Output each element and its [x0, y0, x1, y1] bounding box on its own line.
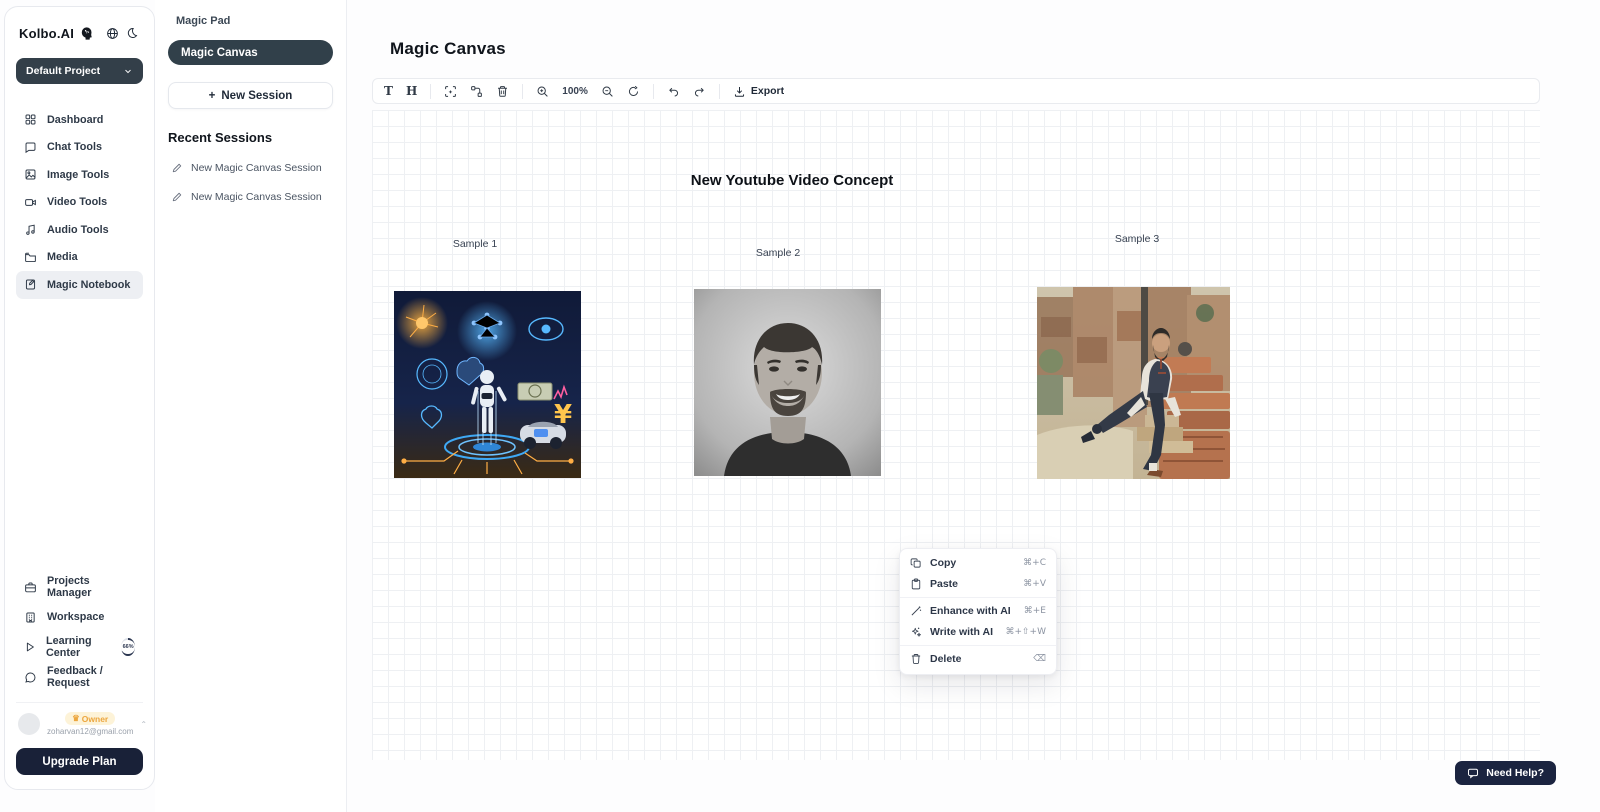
toolbar-divider [719, 84, 720, 99]
main-area: Magic Canvas T H 100% [348, 0, 1600, 812]
sidebar-item-audio-tools[interactable]: Audio Tools [16, 216, 143, 244]
chat-icon [24, 141, 37, 154]
smart-select-icon[interactable] [444, 85, 457, 98]
menu-divider [900, 645, 1056, 646]
zoom-in-icon[interactable] [536, 85, 549, 98]
app-root: Kolbo.AI Default Project Dashboard [0, 0, 1600, 812]
owner-role-badge: ♛Owner [65, 712, 115, 725]
toolbar-divider [430, 84, 431, 99]
sidebar-nav: Dashboard Chat Tools Image Tools Video T… [16, 106, 143, 299]
menu-item-enhance-with-ai[interactable]: Enhance with AI ⌘+E [900, 601, 1056, 622]
sample-image-1[interactable]: ¥ [394, 291, 581, 478]
chevron-down-icon [123, 66, 133, 76]
text-tool-button[interactable]: T [384, 84, 393, 98]
sidebar-item-media[interactable]: Media [16, 244, 143, 272]
menu-item-copy[interactable]: Copy ⌘+C [900, 553, 1056, 574]
pencil-icon [171, 191, 183, 203]
sample-2-label[interactable]: Sample 2 [756, 247, 800, 259]
sidebar-item-magic-notebook[interactable]: Magic Notebook [16, 271, 143, 299]
image-icon [24, 168, 37, 181]
notebook-icon [24, 278, 37, 291]
project-selector[interactable]: Default Project [16, 58, 143, 84]
canvas-heading-text[interactable]: New Youtube Video Concept [691, 172, 894, 189]
new-session-button[interactable]: + New Session [168, 82, 333, 109]
audio-icon [24, 223, 37, 236]
magic-wand-icon [910, 605, 922, 617]
user-account-row[interactable]: ♛Owner zoharvan12@gmail.com ⌃ [16, 702, 143, 736]
building-icon [24, 611, 37, 624]
language-globe-icon[interactable] [104, 25, 119, 41]
page-title: Magic Canvas [390, 39, 506, 59]
sidebar-bottom-nav: Projects Manager Workspace Learning Cent… [16, 572, 143, 692]
upgrade-plan-button[interactable]: Upgrade Plan [16, 748, 143, 775]
download-icon [733, 85, 746, 98]
need-help-button[interactable]: Need Help? [1455, 761, 1556, 785]
sample-1-label[interactable]: Sample 1 [453, 238, 497, 250]
dashboard-icon [24, 113, 37, 126]
video-icon [24, 196, 37, 209]
sparkles-icon [910, 626, 922, 638]
menu-item-delete[interactable]: Delete ⌫ [900, 649, 1056, 670]
context-menu: Copy ⌘+C Paste ⌘+V Enhance with AI ⌘+E W… [899, 548, 1057, 675]
chevron-up-icon: ⌃ [140, 720, 147, 729]
learning-progress-ring: 66% [121, 638, 135, 656]
sample-image-2[interactable] [694, 289, 881, 476]
help-chat-icon [1467, 767, 1479, 779]
canvas-toolbar: T H 100% [372, 78, 1540, 104]
menu-item-paste[interactable]: Paste ⌘+V [900, 574, 1056, 595]
toolbar-divider [522, 84, 523, 99]
sessions-panel: Magic Pad Magic Canvas + New Session Rec… [155, 0, 347, 812]
copy-icon [910, 557, 922, 569]
heading-tool-button[interactable]: H [406, 84, 417, 98]
sample-image-3[interactable] [1037, 287, 1230, 479]
sidebar-item-projects-manager[interactable]: Projects Manager [16, 572, 143, 602]
undo-icon[interactable] [667, 85, 680, 98]
reset-view-icon[interactable] [627, 85, 640, 98]
pencil-icon [171, 162, 183, 174]
brand-logo: Kolbo.AI [19, 26, 74, 41]
sample-3-label[interactable]: Sample 3 [1115, 233, 1159, 245]
sidebar-item-workspace[interactable]: Workspace [16, 602, 143, 632]
magic-canvas-grid[interactable]: New Youtube Video Concept Sample 1 Sampl… [372, 110, 1540, 760]
paste-icon [910, 578, 922, 590]
recent-sessions-title: Recent Sessions [168, 130, 333, 145]
tab-magic-pad[interactable]: Magic Pad [168, 15, 333, 27]
media-folder-icon [24, 251, 37, 264]
user-email: zoharvan12@gmail.com [47, 727, 133, 736]
feedback-bubble-icon [24, 671, 37, 684]
zoom-out-icon[interactable] [601, 85, 614, 98]
sidebar-item-learning-center[interactable]: Learning Center 66% [16, 632, 143, 662]
crown-icon: ♛ [72, 713, 80, 724]
redo-icon[interactable] [693, 85, 706, 98]
sidebar-item-feedback-request[interactable]: Feedback / Request [16, 662, 143, 692]
brain-logo-icon [79, 25, 94, 41]
connector-tool-icon[interactable] [470, 85, 483, 98]
menu-item-write-with-ai[interactable]: Write with AI ⌘+⇧+W [900, 622, 1056, 643]
toolbar-divider [653, 84, 654, 99]
briefcase-icon [24, 581, 37, 594]
sidebar-item-video-tools[interactable]: Video Tools [16, 189, 143, 217]
delete-tool-icon[interactable] [496, 85, 509, 98]
sidebar-item-image-tools[interactable]: Image Tools [16, 161, 143, 189]
avatar [18, 713, 40, 735]
dark-mode-moon-icon[interactable] [125, 25, 140, 41]
play-icon [24, 641, 36, 653]
menu-divider [900, 597, 1056, 598]
tab-magic-canvas[interactable]: Magic Canvas [168, 40, 333, 65]
sidebar-item-dashboard[interactable]: Dashboard [16, 106, 143, 134]
session-list-item[interactable]: New Magic Canvas Session [168, 191, 333, 203]
sidebar-item-chat-tools[interactable]: Chat Tools [16, 134, 143, 162]
export-button[interactable]: Export [733, 85, 784, 98]
plus-icon: + [209, 90, 216, 102]
zoom-level-value: 100% [562, 86, 588, 97]
logo-row: Kolbo.AI [16, 25, 143, 41]
trash-icon [910, 653, 922, 665]
sidebar: Kolbo.AI Default Project Dashboard [4, 6, 155, 790]
session-list-item[interactable]: New Magic Canvas Session [168, 162, 333, 174]
